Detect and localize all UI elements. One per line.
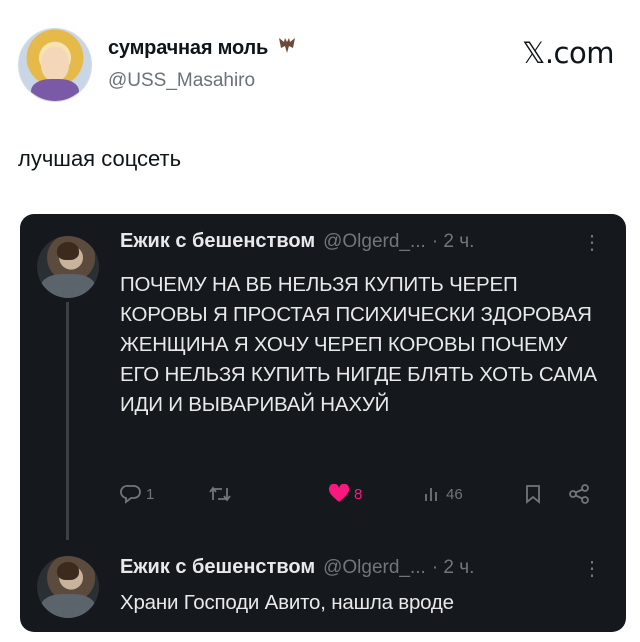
post-text: лучшая соцсеть (18, 146, 182, 171)
heart-icon (328, 484, 350, 504)
avatar-hair (57, 562, 79, 580)
bookmark-icon (524, 484, 542, 504)
tweet-timestamp[interactable]: · 2 ч. (432, 557, 475, 579)
like-button[interactable]: 8 (328, 484, 362, 504)
tweet-author-name[interactable]: Ежик с бешенством (120, 556, 315, 579)
views-count: 46 (446, 485, 463, 503)
avatar-shoulder (41, 594, 95, 618)
tweet-author-avatar[interactable] (37, 556, 99, 618)
reply-icon (120, 484, 142, 504)
author-name[interactable]: сумрачная моль (108, 36, 297, 60)
more-options-icon[interactable]: ⋮ (582, 230, 602, 255)
tweet-actions: 1 8 46 (120, 484, 610, 512)
views-button[interactable]: 46 (422, 484, 463, 504)
retweet-button[interactable] (208, 484, 236, 504)
avatar-body (31, 79, 79, 101)
quoted-thread-card[interactable]: Ежик с бешенством @Olgerd_... · 2 ч. ⋮ П… (20, 214, 626, 632)
views-icon (422, 484, 442, 504)
reply-count: 1 (146, 485, 155, 503)
tweet-meta: Ежик с бешенством @Olgerd_... · 2 ч. (120, 230, 474, 253)
x-com-logo: 𝕏.com (521, 36, 615, 70)
avatar-shoulder (41, 274, 95, 298)
avatar-hair (57, 242, 79, 260)
bat-icon (277, 36, 297, 59)
author-avatar[interactable] (18, 28, 92, 102)
more-options-icon[interactable]: ⋮ (582, 556, 602, 581)
author-handle[interactable]: @USS_Masahiro (108, 70, 255, 92)
avatar-face (41, 47, 69, 81)
tweet-author-name[interactable]: Ежик с бешенством (120, 230, 315, 253)
tweet-author-handle[interactable]: @Olgerd_... (323, 557, 426, 579)
tweet-timestamp[interactable]: · 2 ч. (432, 231, 475, 253)
retweet-icon (208, 484, 232, 504)
share-button[interactable] (568, 484, 590, 504)
bookmark-button[interactable] (524, 484, 542, 504)
outer-post-header: сумрачная моль @USS_Masahiro 𝕏.com (18, 24, 622, 104)
tweet-author-avatar[interactable] (37, 236, 99, 298)
author-name-text: сумрачная моль (108, 37, 269, 59)
tweet-meta: Ежик с бешенством @Olgerd_... · 2 ч. (120, 556, 474, 579)
reply-button[interactable]: 1 (120, 484, 154, 504)
thread-connector-line (66, 302, 69, 540)
tweet-text: ПОЧЕМУ НА ВБ НЕЛЬЗЯ КУПИТЬ ЧЕРЕП КОРОВЫ … (120, 273, 597, 416)
tweet-author-handle[interactable]: @Olgerd_... (323, 231, 426, 253)
like-count: 8 (354, 485, 363, 503)
share-icon (568, 484, 590, 504)
tweet-text: Храни Господи Авито, нашла вроде (120, 591, 454, 614)
